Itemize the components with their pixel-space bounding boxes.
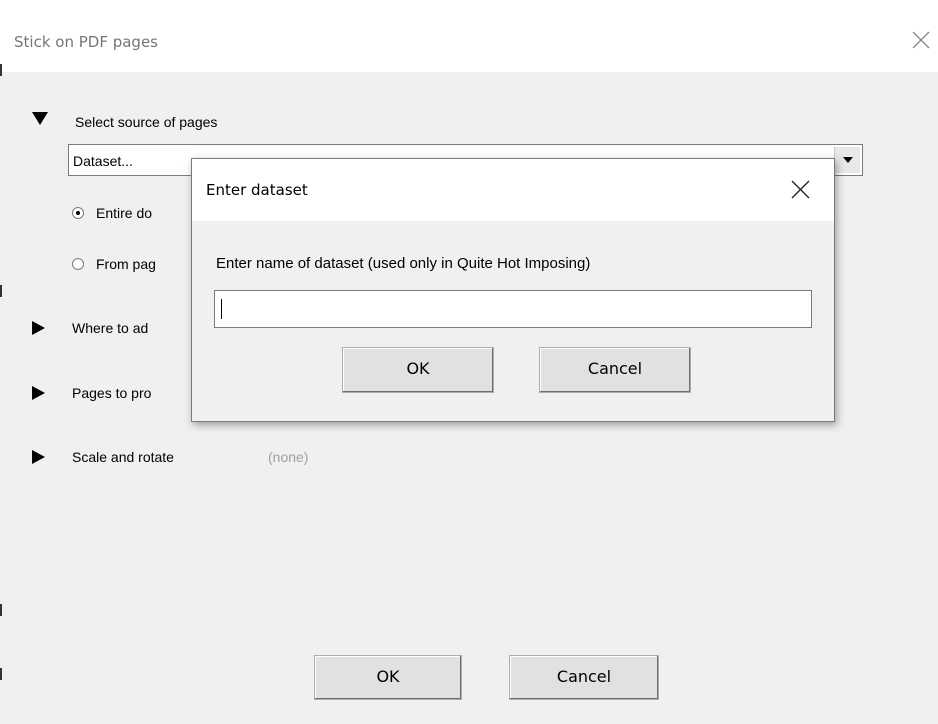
window-titlebar: Stick on PDF pages [0, 0, 938, 72]
dialog-cancel-button[interactable]: Cancel [539, 347, 691, 393]
ok-button-label: OK [376, 667, 400, 686]
close-icon[interactable] [912, 31, 930, 49]
section-label-source: Select source of pages [75, 114, 218, 130]
section-label-scale: Scale and rotate [72, 449, 174, 465]
dialog-cancel-label: Cancel [587, 359, 643, 378]
radio-label: From pag [96, 256, 156, 272]
radio-label: Entire do [96, 205, 153, 221]
close-icon[interactable] [791, 180, 810, 199]
section-value-scale: (none) [268, 449, 309, 465]
radio-selected-dot [76, 211, 80, 215]
window-edge-mark [0, 604, 2, 616]
section-label-pages: Pages to pro [72, 385, 152, 401]
dialog-prompt: Enter name of dataset (used only in Quit… [216, 255, 591, 272]
dialog-titlebar: Enter dataset [192, 159, 834, 221]
window-edge-mark [0, 285, 2, 297]
collapsed-triangle-icon[interactable] [32, 321, 45, 335]
cancel-button[interactable]: Cancel [509, 655, 659, 700]
collapsed-triangle-icon[interactable] [32, 386, 45, 400]
enter-dataset-dialog: Enter dataset Enter name of dataset (use… [191, 158, 835, 422]
expanded-triangle-icon[interactable] [32, 112, 48, 125]
combobox-dropdown-button[interactable] [834, 147, 860, 173]
source-combobox-value: Dataset... [73, 153, 133, 169]
window-title: Stick on PDF pages [14, 33, 158, 51]
ok-button[interactable]: OK [314, 655, 462, 700]
radio-button[interactable] [72, 207, 84, 219]
collapsed-triangle-icon[interactable] [32, 450, 45, 464]
dialog-ok-button[interactable]: OK [342, 347, 494, 393]
window-edge-mark [0, 668, 2, 680]
dialog-ok-label: OK [406, 359, 430, 378]
chevron-down-icon [843, 157, 853, 163]
text-caret [221, 299, 222, 319]
section-label-where: Where to ad [72, 320, 149, 336]
dialog-title: Enter dataset [206, 181, 308, 199]
window-edge-mark [0, 64, 2, 76]
dataset-name-input[interactable] [214, 290, 812, 328]
radio-button[interactable] [72, 258, 84, 270]
cancel-button-label: Cancel [556, 667, 612, 686]
